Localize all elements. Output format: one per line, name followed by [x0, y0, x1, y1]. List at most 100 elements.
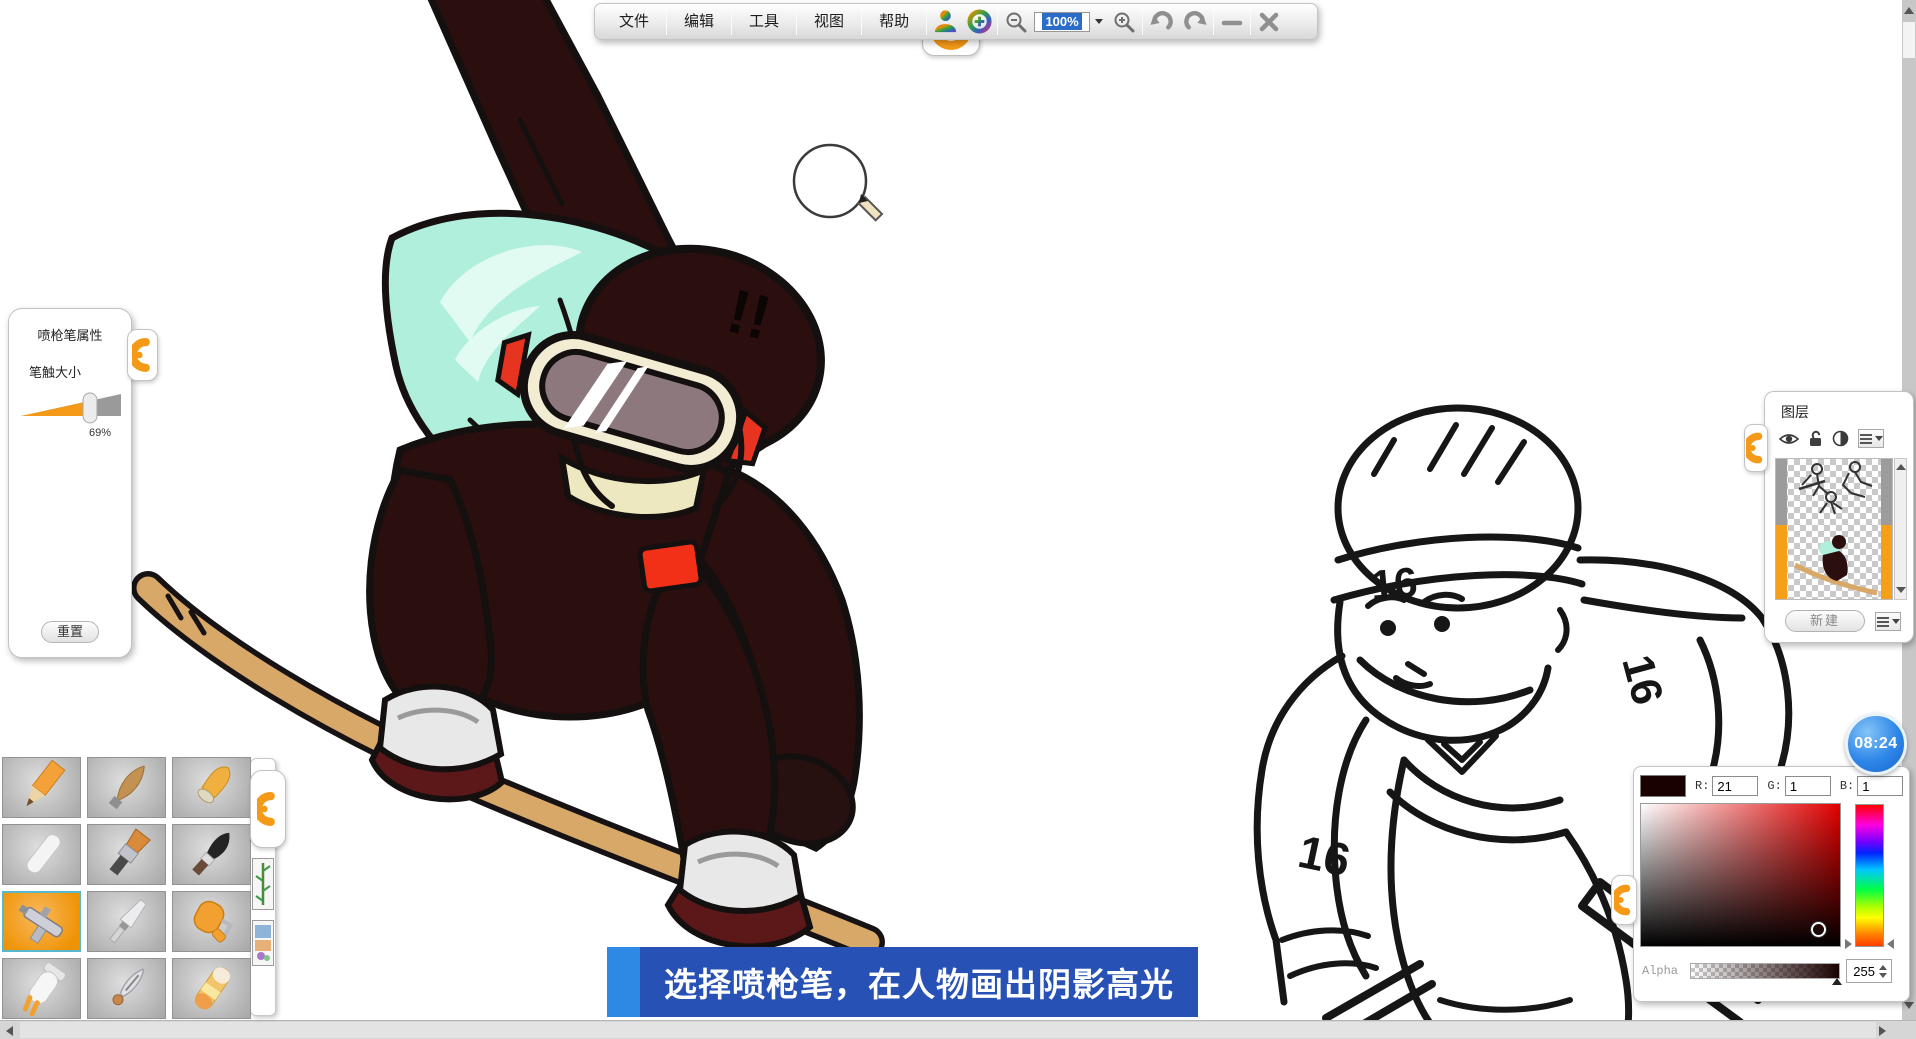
- list-icon: [1860, 434, 1872, 444]
- app-window: !!: [0, 0, 1916, 1039]
- layer-bar: [1776, 459, 1787, 525]
- eye-icon[interactable]: [1779, 432, 1799, 446]
- alpha-marker-icon: [1832, 978, 1842, 985]
- chalk-icon: [6, 827, 78, 883]
- toolbar-separator: [926, 8, 927, 35]
- snowboarder-left-shoe: [372, 687, 502, 800]
- hue-marker-right-icon: [1887, 939, 1894, 949]
- brush-cell-pencil[interactable]: [2, 757, 81, 818]
- saturation-value-picker[interactable]: [1640, 803, 1841, 947]
- zoom-in-icon: [1112, 10, 1136, 34]
- brush-cell-chalk[interactable]: [2, 824, 81, 885]
- props-panel-title: 喷枪笔属性: [9, 325, 131, 344]
- undo-button[interactable]: [1144, 7, 1178, 37]
- scroll-left-icon[interactable]: [6, 1026, 13, 1036]
- zoom-level-input[interactable]: 100%: [1034, 12, 1090, 32]
- hockey-number-right-sleeve: 16: [1612, 650, 1672, 710]
- zoom-level-dropdown[interactable]: [1091, 7, 1107, 37]
- spin-down-icon[interactable]: [1879, 973, 1887, 978]
- eraser-icon: [176, 961, 248, 1017]
- brush-cell-crayon[interactable]: [172, 757, 251, 818]
- reset-button[interactable]: 重置: [41, 621, 99, 643]
- close-button[interactable]: [1252, 7, 1286, 37]
- crayon-icon: [176, 760, 248, 816]
- zoom-in-button[interactable]: [1107, 7, 1141, 37]
- slider-handle[interactable]: [83, 393, 97, 423]
- brush-cell-paint-tube[interactable]: [2, 958, 81, 1019]
- brush-palette: [2, 757, 251, 1019]
- brush-cell-flat-brush[interactable]: [87, 824, 166, 885]
- g-input[interactable]: [1785, 776, 1831, 796]
- r-input[interactable]: [1712, 776, 1758, 796]
- brush-cell-ink-brush[interactable]: [172, 824, 251, 885]
- b-input[interactable]: [1857, 776, 1903, 796]
- snowboarder-right-shoe: [668, 832, 810, 947]
- layer-row-lineart[interactable]: [1776, 459, 1892, 525]
- rainbow-globe-button[interactable]: [962, 7, 996, 37]
- zoom-level-value: 100%: [1042, 13, 1081, 30]
- menu-tools[interactable]: 工具: [733, 7, 795, 36]
- unlock-icon[interactable]: [1808, 430, 1823, 447]
- menu-help[interactable]: 帮助: [863, 7, 925, 36]
- brush-cell-paint-roller[interactable]: [172, 891, 251, 952]
- r-label: R:: [1695, 779, 1709, 793]
- banner-accent-block: [607, 947, 640, 1017]
- zoom-out-button[interactable]: [999, 7, 1033, 37]
- layer-thumbnail-lineart: [1787, 459, 1883, 521]
- layers-thumbnail-list[interactable]: [1775, 458, 1893, 600]
- layers-panel-collapse-handle[interactable]: [1744, 424, 1768, 472]
- brush-cell-palette-knife[interactable]: [87, 891, 166, 952]
- color-picker-cursor[interactable]: [1811, 922, 1826, 937]
- nib-pen-icon: [91, 961, 163, 1017]
- tutorial-banner: 选择喷枪笔，在人物画出阴影高光: [607, 947, 1198, 1017]
- layers-scrollbar[interactable]: [1894, 458, 1907, 600]
- contrast-icon[interactable]: [1832, 430, 1849, 447]
- scroll-up-icon[interactable]: [1904, 7, 1914, 14]
- list-icon: [1877, 617, 1889, 627]
- rainbow-avatar-button[interactable]: [928, 7, 962, 37]
- paint-roller-icon: [176, 894, 248, 950]
- toolbar-separator: [1250, 8, 1251, 35]
- airbrush-icon: [6, 894, 78, 950]
- vertical-scrollbar-thumb[interactable]: [1903, 22, 1915, 58]
- brush-cell-pointed-brush[interactable]: [87, 757, 166, 818]
- artwork-thumbnail-button[interactable]: [252, 920, 274, 966]
- red-patch: [639, 541, 701, 592]
- props-panel-collapse-handle[interactable]: [127, 329, 158, 381]
- scroll-down-icon[interactable]: [1904, 1002, 1914, 1009]
- menu-edit[interactable]: 编辑: [668, 7, 730, 36]
- minimize-button[interactable]: [1215, 7, 1249, 37]
- horizontal-scrollbar-track[interactable]: [20, 1022, 1876, 1038]
- bamboo-thumbnail-button[interactable]: [252, 858, 274, 910]
- color-panel-collapse-handle[interactable]: [1611, 875, 1637, 925]
- hue-slider[interactable]: [1855, 804, 1884, 947]
- hue-marker-left-icon: [1845, 939, 1852, 949]
- paint-tube-icon: [6, 961, 78, 1017]
- layers-options-button[interactable]: [1875, 612, 1901, 631]
- alpha-spinner[interactable]: [1846, 959, 1892, 983]
- palette-collapse-handle[interactable]: [250, 770, 286, 848]
- layer-thumbnail-colored: [1787, 527, 1883, 597]
- layers-menu-button[interactable]: [1858, 429, 1884, 448]
- scroll-right-icon[interactable]: [1879, 1026, 1886, 1036]
- redo-button[interactable]: [1178, 7, 1212, 37]
- scroll-down-icon[interactable]: [1896, 587, 1906, 593]
- timer-value: 08:24: [1854, 735, 1897, 753]
- brush-cell-eraser[interactable]: [172, 958, 251, 1019]
- layer-row-colored[interactable]: [1776, 525, 1892, 600]
- horizontal-scrollbar[interactable]: [0, 1020, 1916, 1039]
- scroll-up-icon[interactable]: [1896, 464, 1906, 470]
- spin-up-icon[interactable]: [1879, 965, 1887, 970]
- toolbar-separator: [997, 8, 998, 35]
- brush-size-slider[interactable]: [21, 391, 121, 425]
- alpha-value-input[interactable]: [1847, 964, 1875, 979]
- chevron-down-icon: [1875, 436, 1883, 441]
- menu-file[interactable]: 文件: [603, 7, 665, 36]
- alpha-slider[interactable]: [1690, 963, 1840, 979]
- pencil-icon: [6, 760, 78, 816]
- menu-view[interactable]: 视图: [798, 7, 860, 36]
- crescent-handle-icon: [1614, 884, 1634, 916]
- new-layer-button[interactable]: 新建: [1785, 610, 1865, 632]
- brush-cell-airbrush[interactable]: [2, 891, 81, 952]
- brush-cell-nib-pen[interactable]: [87, 958, 166, 1019]
